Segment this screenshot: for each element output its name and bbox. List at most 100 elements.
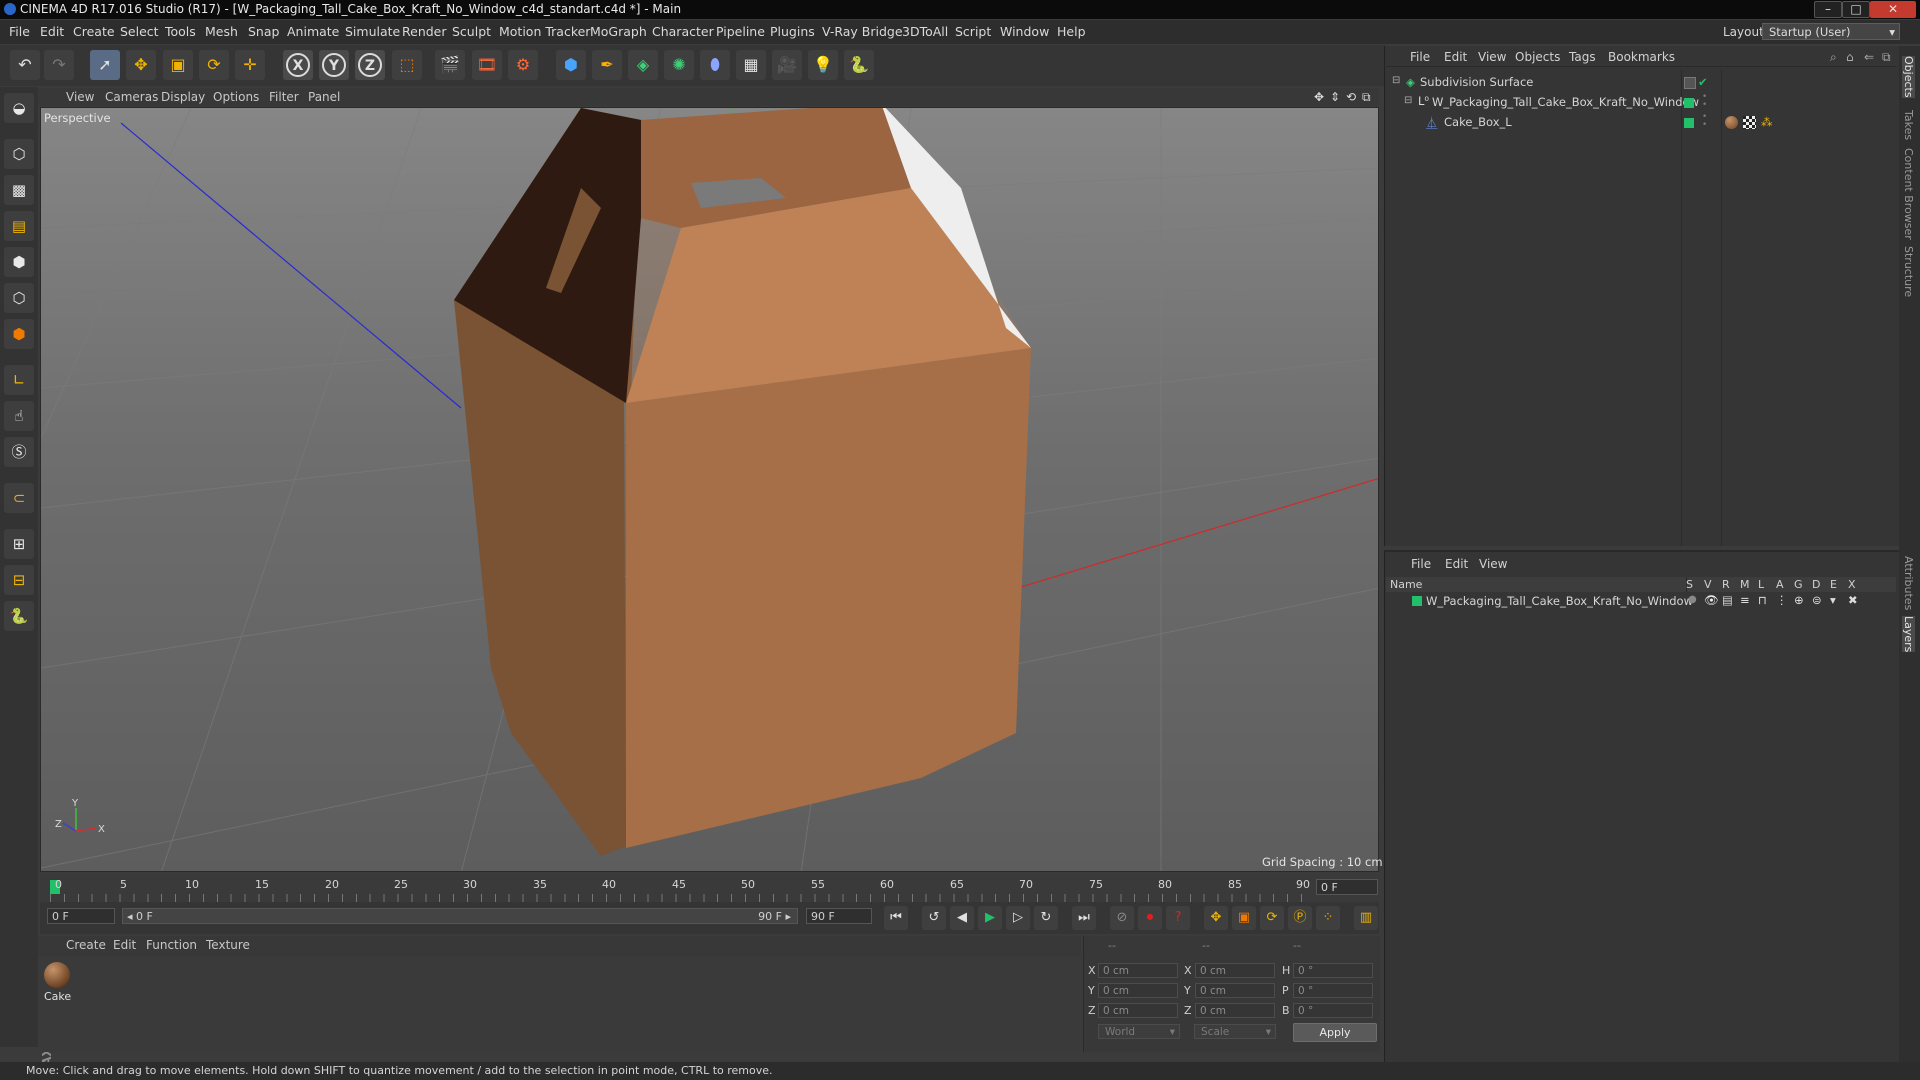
search-icon[interactable]: ⌕ (1830, 50, 1837, 65)
tweak-mode-button[interactable]: ☝ (4, 401, 34, 431)
layer-menu-view[interactable]: View (1479, 557, 1507, 571)
layer-color-swatch[interactable] (1684, 118, 1694, 128)
add-spline-button[interactable]: ✒ (592, 50, 622, 80)
menu-tools[interactable]: Tools (165, 24, 196, 39)
make-editable-button[interactable]: ◒ (4, 93, 34, 123)
tab-attributes[interactable]: Attributes (1902, 556, 1915, 610)
script-python-button[interactable]: 🐍 (4, 601, 34, 631)
tab-structure[interactable]: Structure (1902, 246, 1915, 297)
viewport-zoom-icon[interactable]: ⇕ (1330, 90, 1340, 104)
solo-dot-icon[interactable]: ● (1688, 594, 1697, 605)
viewport-menu-display[interactable]: Display (161, 90, 205, 104)
menu-window[interactable]: Window (1000, 24, 1049, 39)
z-axis-lock-button[interactable]: Z (355, 50, 385, 80)
menu-character[interactable]: Character (652, 24, 714, 39)
minimize-button[interactable]: – (1814, 1, 1842, 18)
menu-help[interactable]: Help (1057, 24, 1086, 39)
layer-col-animation[interactable]: A (1776, 578, 1784, 591)
material-tag-icon[interactable] (1725, 116, 1738, 129)
menu-mesh[interactable]: Mesh (205, 24, 238, 39)
menu-plugins[interactable]: Plugins (770, 24, 815, 39)
lock-icon[interactable]: ⊓ (1758, 593, 1767, 607)
size-z-field[interactable]: 0 cm (1195, 1003, 1275, 1018)
next-frame-button[interactable]: ▷ (1006, 906, 1030, 930)
position-z-field[interactable]: 0 cm (1098, 1003, 1178, 1018)
viewport-maximize-icon[interactable]: ⧉ (1362, 90, 1371, 105)
autokey-button[interactable]: ⏺ (1138, 906, 1162, 930)
viewport-move-icon[interactable]: ✥ (1314, 90, 1324, 104)
magnet-button[interactable]: ⊂ (4, 483, 34, 513)
tab-content-browser[interactable]: Content Browser (1902, 148, 1915, 240)
viewport-menu-options[interactable]: Options (213, 90, 259, 104)
x-axis-lock-button[interactable]: X (283, 50, 313, 80)
layer-col-solo[interactable]: S (1686, 578, 1693, 591)
expression-icon[interactable]: ▾ (1830, 593, 1836, 607)
close-button[interactable]: ✕ (1870, 1, 1916, 18)
size-x-field[interactable]: 0 cm (1195, 963, 1275, 978)
coordinate-mode-select[interactable]: World ▾ (1098, 1024, 1180, 1039)
material-menu-create[interactable]: Create (66, 938, 106, 952)
move-tool-button[interactable]: ✥ (126, 50, 156, 80)
coordinate-system-button[interactable]: ⬚ (392, 50, 422, 80)
menu-select[interactable]: Select (120, 24, 159, 39)
deformer-icon[interactable]: ⊜ (1812, 593, 1822, 607)
viewport-menu-cameras[interactable]: Cameras (105, 90, 158, 104)
workplane-lock-button[interactable]: ⊞ (4, 529, 34, 559)
previous-frame-button[interactable]: ◀ (950, 906, 974, 930)
edges-mode-button[interactable]: ⬡ (4, 283, 34, 313)
goto-start-button[interactable]: ⏮ (884, 906, 908, 930)
enabled-check-icon[interactable]: ✔ (1698, 75, 1708, 89)
object-menu-view[interactable]: View (1478, 50, 1506, 64)
object-menu-bookmarks[interactable]: Bookmarks (1608, 50, 1675, 64)
render-view-button[interactable]: 🎬 (435, 50, 465, 80)
layer-color-swatch[interactable] (1412, 596, 1422, 606)
material-menu-texture[interactable]: Texture (206, 938, 250, 952)
add-camera-button[interactable]: 🎥 (772, 50, 802, 80)
layer-col-locked[interactable]: L (1758, 578, 1764, 591)
collapse-toggle-icon[interactable]: ⊟ (1392, 75, 1400, 86)
previous-key-button[interactable]: ↺ (922, 906, 946, 930)
maximize-button[interactable]: □ (1842, 1, 1870, 18)
viewport-menu-panel[interactable]: Panel (308, 90, 340, 104)
layer-col-view[interactable]: V (1704, 578, 1712, 591)
visibility-dots-icon[interactable]: • • (1702, 93, 1707, 110)
preview-range-slider[interactable]: ◂ 0 F 90 F ▸ (122, 908, 798, 924)
add-mograph-button[interactable]: ✺ (664, 50, 694, 80)
undo-button[interactable]: ↶ (10, 50, 40, 80)
new-view-icon[interactable]: ⧉ (1882, 50, 1891, 65)
home-icon[interactable]: ⌂ (1846, 50, 1854, 64)
preview-start-field[interactable]: 0 F (47, 908, 115, 924)
animation-icon[interactable]: ⋮ (1776, 593, 1788, 607)
key-position-button[interactable]: ✥ (1204, 906, 1228, 930)
viewport-menu-view[interactable]: View (66, 90, 94, 104)
play-button[interactable]: ▶ (978, 906, 1002, 930)
uvw-tag-icon[interactable] (1743, 116, 1756, 129)
layer-menu-edit[interactable]: Edit (1445, 557, 1468, 571)
rotation-h-field[interactable]: 0 ° (1293, 963, 1373, 978)
viewport-rotate-icon[interactable]: ⟲ (1346, 90, 1356, 104)
live-selection-button[interactable]: ➚ (90, 50, 120, 80)
current-frame-field[interactable]: 0 F (1316, 879, 1378, 895)
material-menu-function[interactable]: Function (146, 938, 197, 952)
keyframe-selection-button[interactable]: ? (1166, 906, 1190, 930)
add-deformer-button[interactable]: ⬮ (700, 50, 730, 80)
redo-button[interactable]: ↷ (44, 50, 74, 80)
position-x-field[interactable]: 0 cm (1098, 963, 1178, 978)
rotation-p-field[interactable]: 0 ° (1293, 983, 1373, 998)
size-y-field[interactable]: 0 cm (1195, 983, 1275, 998)
texture-tag-icon[interactable]: ⁂ (1761, 115, 1773, 129)
points-mode-button[interactable]: ⬢ (4, 247, 34, 277)
menu-create[interactable]: Create (73, 24, 115, 39)
layer-menu-file[interactable]: File (1411, 557, 1431, 571)
layout-select[interactable]: Startup (User) ▾ (1762, 23, 1900, 40)
y-axis-lock-button[interactable]: Y (319, 50, 349, 80)
cake-box-model[interactable] (454, 108, 1031, 856)
perspective-viewport[interactable]: Y X Z (40, 107, 1379, 872)
material-cake-label[interactable]: Cake (44, 990, 71, 1003)
layer-col-xref[interactable]: X (1848, 578, 1856, 591)
collapse-toggle-icon[interactable]: ⊟ (1404, 95, 1412, 106)
polygons-mode-button[interactable]: ⬢ (4, 319, 34, 349)
preview-end-field[interactable]: 90 F (806, 908, 872, 924)
key-pla-button[interactable]: ⁘ (1316, 906, 1340, 930)
menu-simulate[interactable]: Simulate (345, 24, 400, 39)
